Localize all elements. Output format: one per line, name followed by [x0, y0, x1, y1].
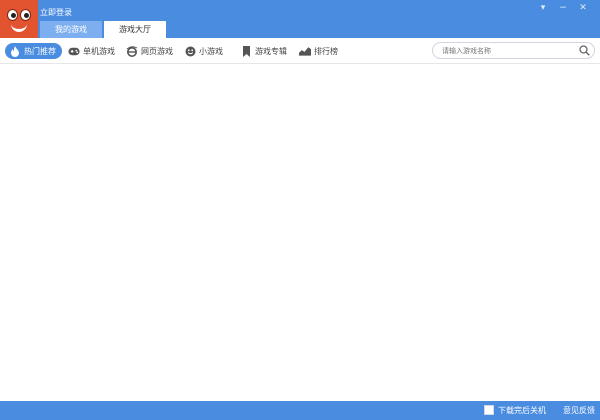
shutdown-checkbox[interactable]	[484, 405, 494, 415]
nav-label: 排行榜	[314, 46, 338, 56]
shutdown-label[interactable]: 下载完后关机	[498, 405, 546, 416]
logo-right-eye	[20, 9, 31, 21]
bookmark-icon	[240, 45, 252, 57]
flame-icon	[9, 45, 21, 57]
browser-e-icon	[126, 45, 138, 57]
logo-left-eye	[7, 9, 18, 21]
logo-mouth	[11, 24, 27, 32]
gamepad-icon	[68, 45, 80, 57]
nav-mini-games[interactable]: 小游戏	[184, 43, 223, 59]
content-area	[0, 65, 600, 401]
nav-label: 网页游戏	[141, 46, 173, 56]
tab-my-games[interactable]: 我的游戏	[40, 21, 102, 38]
minimize-icon[interactable]: −	[558, 3, 568, 13]
window-controls: ▾ − ✕	[538, 3, 588, 13]
nav-label: 单机游戏	[83, 46, 115, 56]
dropdown-icon[interactable]: ▾	[538, 3, 548, 13]
nav-label: 小游戏	[199, 46, 223, 56]
nav-hot-recommend[interactable]: 热门推荐	[5, 43, 62, 59]
nav-label: 游戏专辑	[255, 46, 287, 56]
tab-game-hall[interactable]: 游戏大厅	[104, 21, 166, 38]
search-input[interactable]	[442, 44, 572, 57]
search-icon[interactable]	[579, 45, 590, 56]
close-icon[interactable]: ✕	[578, 3, 588, 13]
smiley-icon	[184, 45, 196, 57]
main-tabs: 我的游戏 游戏大厅	[40, 21, 168, 38]
app-logo	[0, 0, 38, 38]
nav-label: 热门推荐	[24, 46, 56, 56]
nav-game-albums[interactable]: 游戏专辑	[240, 43, 287, 59]
trend-chart-icon	[299, 45, 311, 57]
title-bar: 立即登录 我的游戏 游戏大厅 ▾ − ✕	[0, 0, 600, 38]
nav-rankings[interactable]: 排行榜	[299, 43, 338, 59]
nav-single-player[interactable]: 单机游戏	[68, 43, 115, 59]
feedback-link[interactable]: 意见反馈	[563, 405, 595, 416]
search-box	[432, 42, 595, 59]
status-bar: 下载完后关机 意见反馈	[0, 401, 600, 420]
nav-web-games[interactable]: 网页游戏	[126, 43, 173, 59]
login-link[interactable]: 立即登录	[40, 7, 72, 18]
